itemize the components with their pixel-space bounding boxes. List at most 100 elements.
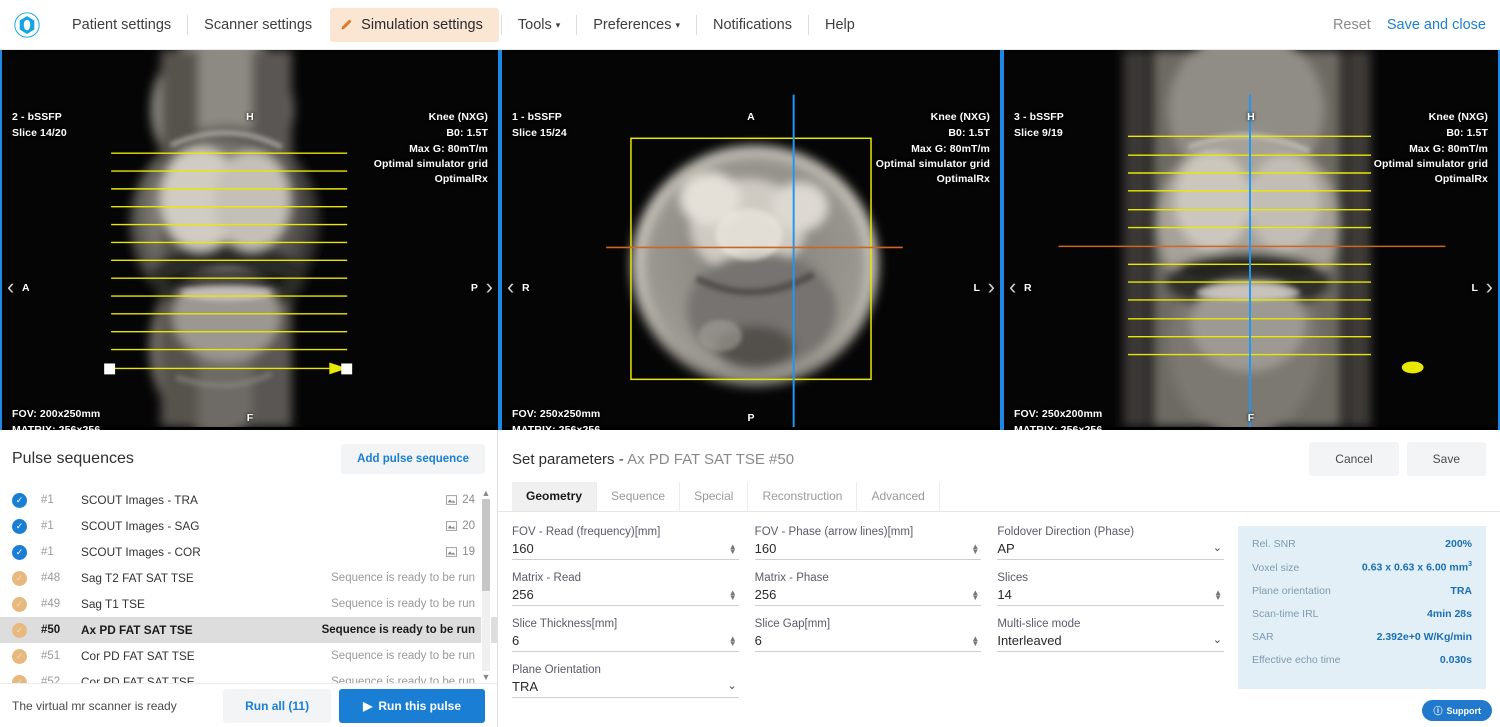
tab-geometry[interactable]: Geometry	[512, 482, 598, 511]
nav-item-tools[interactable]: Tools ▾	[502, 8, 576, 42]
pulse-sequence-list[interactable]: ✓ #1 SCOUT Images - TRA 24 ✓ #1 SCOUT Images -…	[0, 487, 497, 683]
pulse-sequence-row[interactable]: ✓ #1 SCOUT Images - TRA 24	[0, 487, 497, 513]
field-value[interactable]: 256	[755, 587, 972, 602]
chevron-down-icon[interactable]: ⌄	[727, 680, 738, 693]
pulse-sequence-row[interactable]: ✓ #48 Sag T2 FAT SAT TSE Sequence is ready …	[0, 565, 497, 591]
spinner-down-icon[interactable]: ▼	[729, 639, 737, 647]
viewport-2-prev-slice-icon[interactable]: ‹	[507, 276, 514, 298]
check-pending-icon[interactable]: ✓	[12, 648, 27, 664]
nav-item-simulation-settings-label[interactable]: Simulation settings	[359, 8, 491, 42]
select-control[interactable]: Interleaved ⌄	[997, 631, 1225, 652]
summary-row: Rel. SNR 200%	[1252, 538, 1472, 550]
viewport-3-coronal[interactable]: 3 - bSSFP Slice 9/19 Knee (NXG) B0: 1.5T…	[1002, 50, 1500, 430]
pulse-list-scrollbar[interactable]: ▲ ▼	[481, 487, 491, 683]
spinner-arrows-icon[interactable]: ▲ ▼	[729, 542, 739, 555]
viewport-3-max-g: Max G: 80mT/m	[1409, 143, 1488, 155]
spinner-down-icon[interactable]: ▼	[971, 593, 979, 601]
viewport-3-prev-slice-icon[interactable]: ‹	[1009, 276, 1016, 298]
tab-reconstruction[interactable]: Reconstruction	[748, 482, 858, 511]
pulse-sequence-row[interactable]: ✓ #50 Ax PD FAT SAT TSE Sequence is ready t…	[0, 617, 497, 643]
viewport-2-axial[interactable]: 1 - bSSFP Slice 15/24 Knee (NXG) B0: 1.5…	[500, 50, 1002, 430]
viewport-1-sagittal[interactable]: 2 - bSSFP Slice 14/20 Knee (NXG) B0: 1.5…	[0, 50, 500, 430]
field-slice-gap-mm: Slice Gap[mm] 6 ▲ ▼	[754, 618, 982, 652]
nav-item-notifications[interactable]: Notifications	[697, 8, 808, 42]
mri-image-2[interactable]	[502, 50, 1000, 427]
chevron-down-icon[interactable]: ⌄	[1213, 634, 1224, 647]
run-this-pulse-button[interactable]: ▶ Run this pulse	[339, 688, 485, 723]
check-done-icon[interactable]: ✓	[12, 492, 27, 508]
scroll-down-icon[interactable]: ▼	[481, 671, 491, 683]
parameter-tabs[interactable]: Geometry Sequence Special Reconstruction Adv…	[498, 482, 1500, 512]
tab-advanced[interactable]: Advanced	[857, 482, 940, 511]
nav-item-simulation-settings[interactable]: Simulation settings	[330, 7, 499, 42]
viewport-3-body-part: Knee (NXG)	[1428, 111, 1488, 123]
viewport-3-next-slice-icon[interactable]: ›	[1486, 276, 1493, 298]
field-value[interactable]: 160	[755, 541, 972, 556]
spinner-control[interactable]: 256 ▲ ▼	[754, 585, 982, 606]
spinner-arrows-icon[interactable]: ▲ ▼	[729, 634, 739, 647]
spinner-arrows-icon[interactable]: ▲ ▼	[729, 588, 739, 601]
support-button[interactable]: ⓘ Support	[1422, 700, 1492, 721]
nav-item-preferences[interactable]: Preferences ▾	[577, 8, 696, 42]
spinner-control[interactable]: 14 ▲ ▼	[997, 585, 1225, 606]
cancel-button[interactable]: Cancel	[1309, 442, 1399, 476]
scrollbar-thumb[interactable]	[482, 499, 490, 591]
spinner-arrows-icon[interactable]: ▲ ▼	[971, 542, 981, 555]
check-pending-icon[interactable]: ✓	[12, 596, 27, 612]
pulse-sequence-row[interactable]: ✓ #1 SCOUT Images - SAG 20	[0, 513, 497, 539]
field-value[interactable]: 14	[997, 587, 1214, 602]
pulse-sequence-row[interactable]: ✓ #51 Cor PD FAT SAT TSE Sequence is ready …	[0, 643, 497, 669]
pulse-sequence-row[interactable]: ✓ #49 Sag T1 TSE Sequence is ready to be ru…	[0, 591, 497, 617]
select-control[interactable]: TRA ⌄	[512, 677, 739, 698]
tab-special[interactable]: Special	[680, 482, 749, 511]
spinner-arrows-icon[interactable]: ▲ ▼	[971, 634, 981, 647]
reset-button[interactable]: Reset	[1333, 17, 1371, 33]
field-value[interactable]: 256	[512, 587, 729, 602]
hexagon-logo-icon[interactable]	[14, 11, 40, 38]
select-control[interactable]: AP ⌄	[997, 539, 1225, 560]
tab-sequence[interactable]: Sequence	[597, 482, 681, 511]
spinner-control[interactable]: 160 ▲ ▼	[512, 539, 739, 560]
run-all-button[interactable]: Run all (11)	[223, 688, 332, 723]
spinner-down-icon[interactable]: ▼	[729, 547, 737, 555]
check-pending-icon[interactable]: ✓	[12, 622, 27, 638]
field-value[interactable]: TRA	[512, 679, 727, 694]
viewport-1-prev-slice-icon[interactable]: ‹	[7, 276, 14, 298]
check-done-icon[interactable]: ✓	[12, 518, 27, 534]
viewport-1-next-slice-icon[interactable]: ›	[486, 276, 493, 298]
spinner-control[interactable]: 160 ▲ ▼	[754, 539, 982, 560]
mri-image-1[interactable]	[2, 50, 498, 427]
spinner-arrows-icon[interactable]: ▲ ▼	[1214, 588, 1224, 601]
spinner-control[interactable]: 6 ▲ ▼	[754, 631, 982, 652]
viewport-2-next-slice-icon[interactable]: ›	[988, 276, 995, 298]
nav-item-patient-settings[interactable]: Patient settings	[56, 8, 187, 42]
scroll-up-icon[interactable]: ▲	[481, 487, 491, 499]
add-pulse-sequence-button[interactable]: Add pulse sequence	[341, 444, 485, 474]
check-pending-icon[interactable]: ✓	[12, 570, 27, 586]
field-value[interactable]: Interleaved	[997, 633, 1212, 648]
spinner-down-icon[interactable]: ▼	[971, 547, 979, 555]
spinner-down-icon[interactable]: ▼	[1214, 593, 1222, 601]
pulse-sequence-row[interactable]: ✓ #1 SCOUT Images - COR 19	[0, 539, 497, 565]
spinner-control[interactable]: 256 ▲ ▼	[512, 585, 739, 606]
save-button[interactable]: Save	[1406, 442, 1486, 476]
save-and-close-button[interactable]: Save and close	[1387, 17, 1486, 33]
field-value[interactable]: AP	[997, 541, 1212, 556]
spinner-arrows-icon[interactable]: ▲ ▼	[971, 588, 981, 601]
spinner-down-icon[interactable]: ▼	[971, 639, 979, 647]
check-pending-icon[interactable]: ✓	[12, 674, 27, 683]
check-done-icon[interactable]: ✓	[12, 544, 27, 560]
spinner-down-icon[interactable]: ▼	[729, 593, 737, 601]
nav-item-scanner-settings[interactable]: Scanner settings	[188, 8, 328, 42]
nav-item-help[interactable]: Help	[809, 8, 871, 42]
field-slices: Slices 14 ▲ ▼	[997, 572, 1225, 606]
spinner-control[interactable]: 6 ▲ ▼	[512, 631, 739, 652]
chevron-down-icon[interactable]: ⌄	[1213, 542, 1224, 555]
mri-image-3[interactable]	[1004, 50, 1498, 427]
field-value[interactable]: 6	[512, 633, 729, 648]
field-value[interactable]: 6	[755, 633, 972, 648]
viewport-3-slice: Slice 9/19	[1014, 127, 1063, 139]
pulse-sequence-row[interactable]: ✓ #52 Cor PD FAT SAT TSE Sequence is ready …	[0, 669, 497, 683]
field-value[interactable]: 160	[512, 541, 729, 556]
viewport-1-b0: B0: 1.5T	[446, 127, 488, 139]
